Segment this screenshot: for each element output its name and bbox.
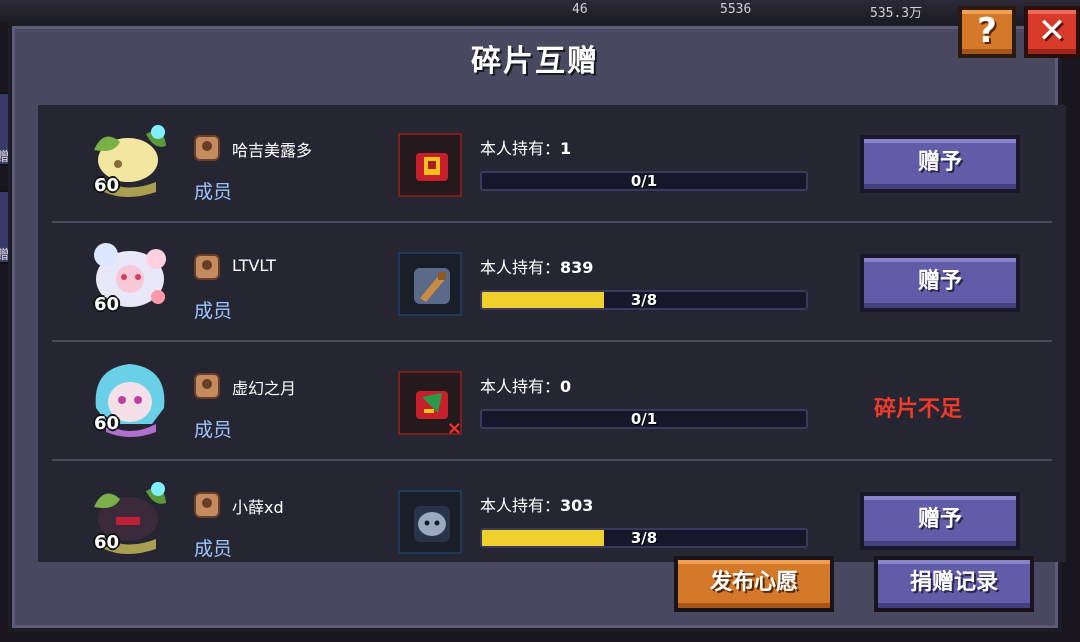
player-name: LTVLT — [232, 256, 276, 275]
insufficient-shards-label: 碎片不足 — [874, 397, 963, 422]
row-divider — [52, 459, 1052, 461]
donation-record-button[interactable]: 捐赠记录 — [874, 556, 1034, 612]
player-name: 小薛xd — [232, 498, 284, 517]
shard-slot[interactable] — [398, 133, 462, 197]
gift-button[interactable]: 赠予 — [860, 254, 1020, 312]
close-button[interactable]: ✕ — [1024, 6, 1080, 58]
gold-count: 535.3万 — [870, 6, 923, 21]
publish-wish-button[interactable]: 发布心愿 — [674, 556, 834, 612]
blue-rod-shard-icon — [414, 268, 450, 304]
progress-text: 0/1 — [630, 172, 658, 190]
row-divider — [52, 340, 1052, 342]
level-badge: 60 — [94, 413, 120, 434]
progress-bar: 0/1 — [480, 171, 808, 191]
progress-text: 0/1 — [630, 410, 658, 428]
held-count: 本人持有：303 — [480, 496, 594, 515]
unavailable-mark-icon: × — [446, 418, 462, 439]
shard-gift-dialog: 碎片互赠 60 哈吉美露多 成员 本人持有：1 0/1 赠予 60 LTVLT … — [8, 22, 1066, 632]
member-role: 成员 — [194, 181, 233, 203]
list-item: 60 LTVLT 成员 本人持有：839 3/8 赠予 — [38, 224, 1066, 342]
dialog-title: 碎片互赠 — [471, 44, 599, 79]
rank-icon — [194, 373, 220, 399]
level-badge: 60 — [94, 532, 120, 553]
held-count: 本人持有：0 — [480, 377, 572, 396]
rank-icon — [194, 254, 220, 280]
help-button[interactable]: ? — [958, 6, 1016, 58]
question-mark-icon: ? — [977, 11, 997, 51]
red-gold-shard-icon — [416, 153, 448, 181]
close-icon: ✕ — [1037, 11, 1067, 51]
list-item: 60 哈吉美露多 成员 本人持有：1 0/1 赠予 — [38, 105, 1066, 223]
crystal-count: 5536 — [720, 2, 752, 17]
shard-slot[interactable] — [398, 252, 462, 316]
member-list[interactable]: 60 哈吉美露多 成员 本人持有：1 0/1 赠予 60 LTVLT 成员 本人… — [38, 105, 1066, 562]
progress-bar: 3/8 — [480, 290, 808, 310]
shard-slot[interactable]: × — [398, 371, 462, 439]
gift-button[interactable]: 赠予 — [860, 492, 1020, 550]
level-badge: 60 — [94, 175, 120, 196]
player-name: 虚幻之月 — [232, 379, 297, 398]
list-item: 60 小薛xd 成员 本人持有：303 3/8 赠予 — [38, 462, 1066, 562]
list-item: 60 虚幻之月 成员 × 本人持有：0 0/1 碎片不足 — [38, 343, 1066, 461]
shard-slot[interactable] — [398, 490, 462, 554]
level-badge: 60 — [94, 294, 120, 315]
resource-bar: 46 5536 535.3万 — [0, 0, 1080, 22]
held-count: 本人持有：1 — [480, 139, 572, 158]
member-role: 成员 — [194, 538, 233, 560]
gem-count: 46 — [572, 2, 588, 17]
progress-text: 3/8 — [630, 291, 658, 309]
rank-icon — [194, 135, 220, 161]
member-role: 成员 — [194, 419, 233, 441]
gift-button[interactable]: 赠予 — [860, 135, 1020, 193]
progress-text: 3/8 — [630, 529, 658, 547]
progress-bar: 3/8 — [480, 528, 808, 548]
blue-blob-shard-icon — [414, 506, 450, 542]
player-name: 哈吉美露多 — [232, 141, 313, 160]
progress-bar: 0/1 — [480, 409, 808, 429]
rank-icon — [194, 492, 220, 518]
member-role: 成员 — [194, 300, 233, 322]
held-count: 本人持有：839 — [480, 258, 594, 277]
row-divider — [52, 221, 1052, 223]
